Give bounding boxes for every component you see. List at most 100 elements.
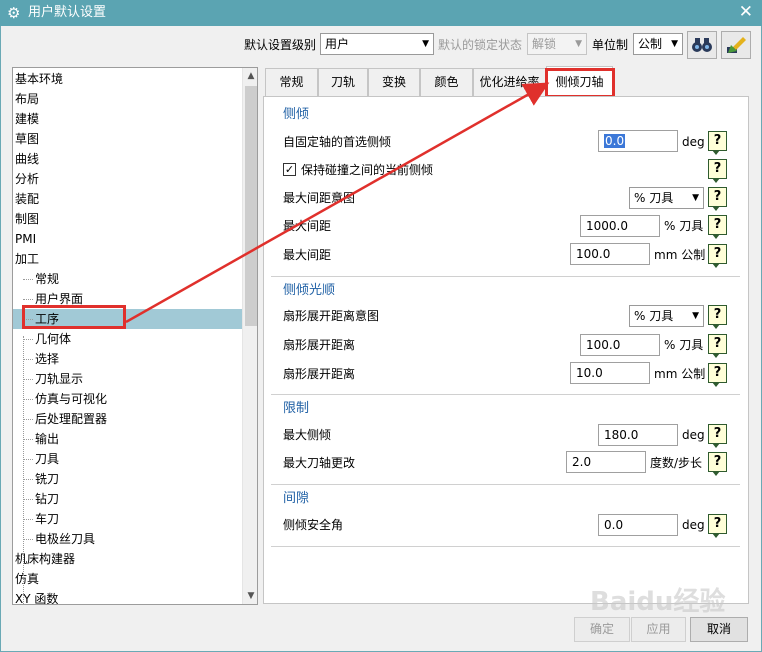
scroll-down-icon[interactable]: ▼ — [243, 588, 257, 604]
tree-item-label: 建模 — [15, 112, 40, 126]
tree-connector — [23, 379, 33, 380]
tree-item[interactable]: 分析 — [13, 169, 242, 189]
tree-item[interactable]: 电极丝刀具 — [13, 529, 242, 549]
max-tilt-input[interactable]: 180.0 — [598, 424, 678, 446]
fan-distance-label: 扇形展开距离 — [283, 338, 356, 352]
help-icon[interactable]: ? — [708, 424, 727, 448]
group-title: 侧倾光顺 — [283, 283, 336, 298]
find-button[interactable] — [687, 31, 717, 59]
tree-item[interactable]: 机床构建器 — [13, 549, 242, 569]
tree-item[interactable]: PMI — [13, 229, 242, 249]
tree-item[interactable]: 常规 — [13, 269, 242, 289]
fan-distance-percent-input[interactable]: 100.0 — [580, 334, 660, 356]
max-dist-label: 最大间距 — [283, 248, 332, 262]
tab[interactable]: 颜色 — [420, 68, 473, 96]
help-icon[interactable]: ? — [708, 305, 727, 329]
tab[interactable]: 优化进给率 — [473, 68, 546, 96]
max-dist-label: 最大间距 — [283, 219, 332, 233]
first-tilt-input[interactable]: 0.0 — [598, 130, 678, 152]
tree-connector — [23, 359, 33, 360]
fan-distance-mm-input[interactable]: 10.0 — [570, 362, 650, 384]
tree-item[interactable]: 装配 — [13, 189, 242, 209]
unit-deg: deg — [682, 518, 705, 532]
select-value: % 刀具 — [634, 309, 674, 323]
tree-connector — [23, 539, 33, 540]
help-icon[interactable]: ? — [708, 159, 727, 183]
cancel-button[interactable]: 取消 — [690, 617, 748, 642]
tree-item-label: 常规 — [35, 272, 60, 286]
tree-connector — [23, 499, 33, 500]
tree-item[interactable]: XY 函数 — [13, 589, 242, 604]
tree-item-label: 钻刀 — [35, 492, 60, 506]
help-icon[interactable]: ? — [708, 187, 727, 211]
category-tree[interactable]: 基本环境 布局 建模 草图 曲线 分析 装配 制图 PMI 加工 常规 用户界面 工序 几何体 选择 刀轨显示… — [12, 67, 258, 605]
tree-connector — [23, 479, 33, 480]
tab[interactable]: 变换 — [368, 68, 420, 96]
gear-icon: ⚙ — [7, 4, 21, 22]
close-icon[interactable]: ✕ — [739, 3, 753, 22]
max-dist-mm-input[interactable]: 100.0 — [570, 243, 650, 265]
help-icon[interactable]: ? — [708, 244, 727, 268]
settings-button[interactable] — [721, 31, 751, 59]
level-select[interactable]: 用户 ▼ — [320, 33, 434, 55]
window-title: 用户默认设置 — [28, 5, 107, 20]
help-icon[interactable]: ? — [708, 514, 727, 538]
tree-scrollbar[interactable]: ▲ ▼ — [242, 68, 257, 604]
max-axis-change-label: 最大刀轴更改 — [283, 456, 356, 470]
tree-item[interactable]: 草图 — [13, 129, 242, 149]
tree-item-label: 曲线 — [15, 152, 40, 166]
unit-label: 单位制 — [592, 38, 629, 52]
tree-item[interactable]: 车刀 — [13, 509, 242, 529]
keep-tilt-checkbox[interactable]: ✓ — [283, 163, 296, 176]
tree-item[interactable]: 刀轨显示 — [13, 369, 242, 389]
unit-deg: deg — [682, 428, 705, 442]
chevron-down-icon: ▼ — [692, 193, 699, 203]
field-value: 100.0 — [586, 338, 621, 352]
unit-label: % 刀具 — [664, 219, 704, 233]
unit-label: 度数/步长 — [650, 456, 703, 470]
tree-item-label: 分析 — [15, 172, 40, 186]
help-icon[interactable]: ? — [708, 334, 727, 358]
tree-item[interactable]: 曲线 — [13, 149, 242, 169]
fan-intent-select[interactable]: % 刀具 ▼ — [629, 305, 704, 327]
tree-item-label: 加工 — [15, 252, 40, 266]
max-dist-percent-input[interactable]: 1000.0 — [580, 215, 660, 237]
tree-item-label: 车刀 — [35, 512, 60, 526]
scroll-thumb[interactable] — [245, 86, 257, 326]
tree-item[interactable]: 仿真 — [13, 569, 242, 589]
tree-item[interactable]: 几何体 — [13, 329, 242, 349]
apply-button[interactable]: 应用 — [631, 617, 686, 642]
max-dist-intent-select[interactable]: % 刀具 ▼ — [629, 187, 704, 209]
clearance-group: 间隙 侧倾安全角 0.0 deg ? — [271, 485, 740, 547]
field-value: 180.0 — [604, 428, 639, 442]
tree-item[interactable]: 基本环境 — [13, 69, 242, 89]
max-axis-change-input[interactable]: 2.0 — [566, 451, 646, 473]
tree-item[interactable]: 钻刀 — [13, 489, 242, 509]
unit-select[interactable]: 公制 ▼ — [633, 33, 683, 55]
tree-item[interactable]: 输出 — [13, 429, 242, 449]
help-icon[interactable]: ? — [708, 131, 727, 155]
tree-item[interactable]: 建模 — [13, 109, 242, 129]
tree-item[interactable]: 仿真与可视化 — [13, 389, 242, 409]
tab[interactable]: 常规 — [265, 68, 318, 96]
help-icon[interactable]: ? — [708, 215, 727, 239]
tree-connector — [23, 519, 33, 520]
help-icon[interactable]: ? — [708, 363, 727, 387]
tree-item[interactable]: 布局 — [13, 89, 242, 109]
help-icon[interactable]: ? — [708, 452, 727, 476]
tab[interactable]: 刀轨 — [318, 68, 368, 96]
pen-settings-icon — [727, 37, 746, 53]
safe-angle-input[interactable]: 0.0 — [598, 514, 678, 536]
chevron-down-icon: ▼ — [422, 39, 429, 49]
field-value: 10.0 — [576, 366, 603, 380]
tree-item[interactable]: 选择 — [13, 349, 242, 369]
tree-item[interactable]: 制图 — [13, 209, 242, 229]
max-dist-intent-label: 最大间距意图 — [283, 191, 356, 205]
tree-item[interactable]: 后处理配置器 — [13, 409, 242, 429]
lock-select[interactable]: 解锁 ▼ — [527, 33, 587, 55]
tree-item[interactable]: 刀具 — [13, 449, 242, 469]
scroll-up-icon[interactable]: ▲ — [243, 68, 257, 84]
tree-item[interactable]: 铣刀 — [13, 469, 242, 489]
tree-item[interactable]: 加工 — [13, 249, 242, 269]
ok-button[interactable]: 确定 — [574, 617, 630, 642]
